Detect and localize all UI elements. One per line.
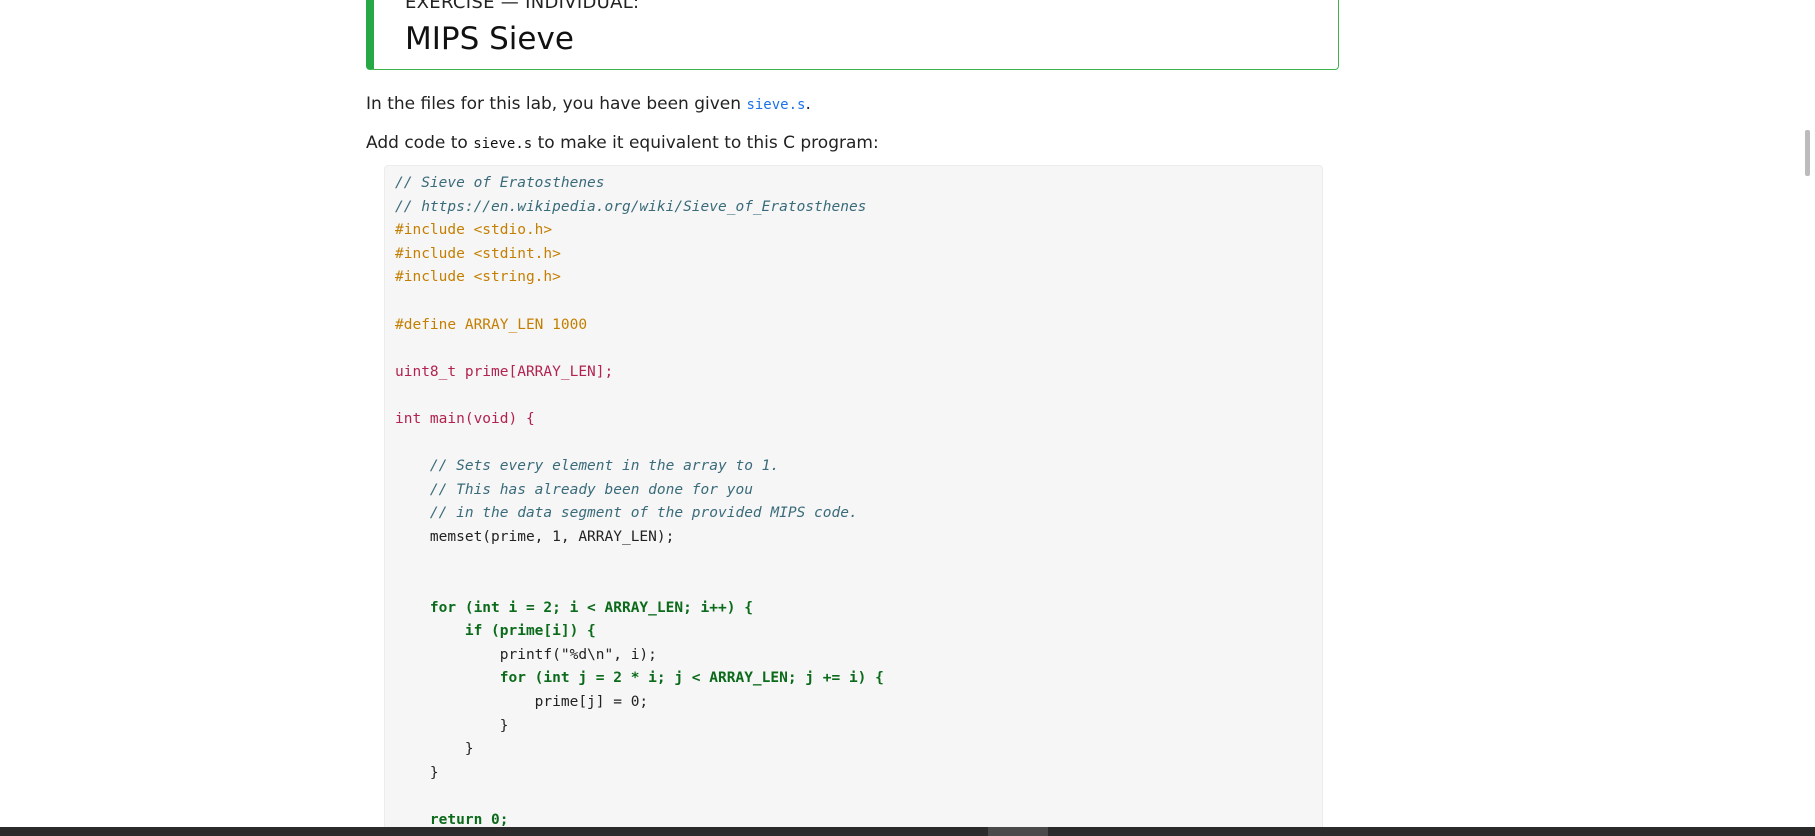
exercise-label: EXERCISE — INDIVIDUAL: bbox=[405, 0, 640, 13]
code-line: #include <stdint.h> bbox=[395, 245, 561, 262]
instruction-paragraph: Add code to sieve.s to make it equivalen… bbox=[366, 132, 879, 155]
instruction-text: Add code to bbox=[366, 133, 474, 153]
code-line: } bbox=[395, 764, 439, 781]
code-line: for (int i = 2; i < ARRAY_LEN; i++) { bbox=[395, 599, 753, 616]
code-line: // This has already been done for you bbox=[395, 481, 753, 498]
exercise-title: MIPS Sieve bbox=[405, 21, 574, 57]
code-line: } bbox=[395, 717, 509, 734]
exercise-box: EXERCISE — INDIVIDUAL: MIPS Sieve bbox=[366, 0, 1339, 70]
page-content: EXERCISE — INDIVIDUAL: MIPS Sieve In the… bbox=[0, 0, 1797, 827]
intro-text: In the files for this lab, you have been… bbox=[366, 94, 747, 114]
code-line: // https://en.wikipedia.org/wiki/Sieve_o… bbox=[395, 198, 867, 215]
code-line: #define ARRAY_LEN 1000 bbox=[395, 316, 588, 333]
vertical-scrollbar[interactable] bbox=[1797, 0, 1815, 827]
code-line: #include <string.h> bbox=[395, 269, 561, 286]
code-line: } bbox=[395, 741, 474, 758]
sieve-file-link[interactable]: sieve.s bbox=[746, 97, 805, 113]
scrollbar-thumb[interactable] bbox=[1805, 130, 1810, 176]
code-line: // in the data segment of the provided M… bbox=[395, 505, 858, 522]
code-line: int main(void) { bbox=[395, 410, 535, 427]
code-line: // Sets every element in the array to 1. bbox=[395, 458, 780, 475]
code-line: #include <stdio.h> bbox=[395, 222, 553, 239]
sieve-file-inline: sieve.s bbox=[473, 136, 533, 152]
code-line: printf("%d\n", i); bbox=[395, 646, 657, 663]
instruction-suffix: to make it equivalent to this C program: bbox=[532, 133, 879, 153]
code-content: // Sieve of Eratosthenes // https://en.w… bbox=[395, 172, 884, 827]
taskbar-item[interactable] bbox=[988, 827, 1048, 836]
code-line: for (int j = 2 * i; j < ARRAY_LEN; j += … bbox=[395, 670, 884, 687]
intro-paragraph: In the files for this lab, you have been… bbox=[366, 93, 811, 116]
code-line: memset(prime, 1, ARRAY_LEN); bbox=[395, 528, 675, 545]
code-line: uint8_t prime[ARRAY_LEN]; bbox=[395, 363, 614, 380]
taskbar bbox=[0, 827, 1815, 836]
intro-suffix: . bbox=[805, 94, 811, 114]
code-line: if (prime[i]) { bbox=[395, 623, 596, 640]
code-line: prime[j] = 0; bbox=[395, 694, 649, 711]
code-line: // Sieve of Eratosthenes bbox=[395, 175, 605, 191]
code-line: return 0; bbox=[395, 812, 509, 827]
c-code-block: // Sieve of Eratosthenes // https://en.w… bbox=[384, 165, 1323, 827]
